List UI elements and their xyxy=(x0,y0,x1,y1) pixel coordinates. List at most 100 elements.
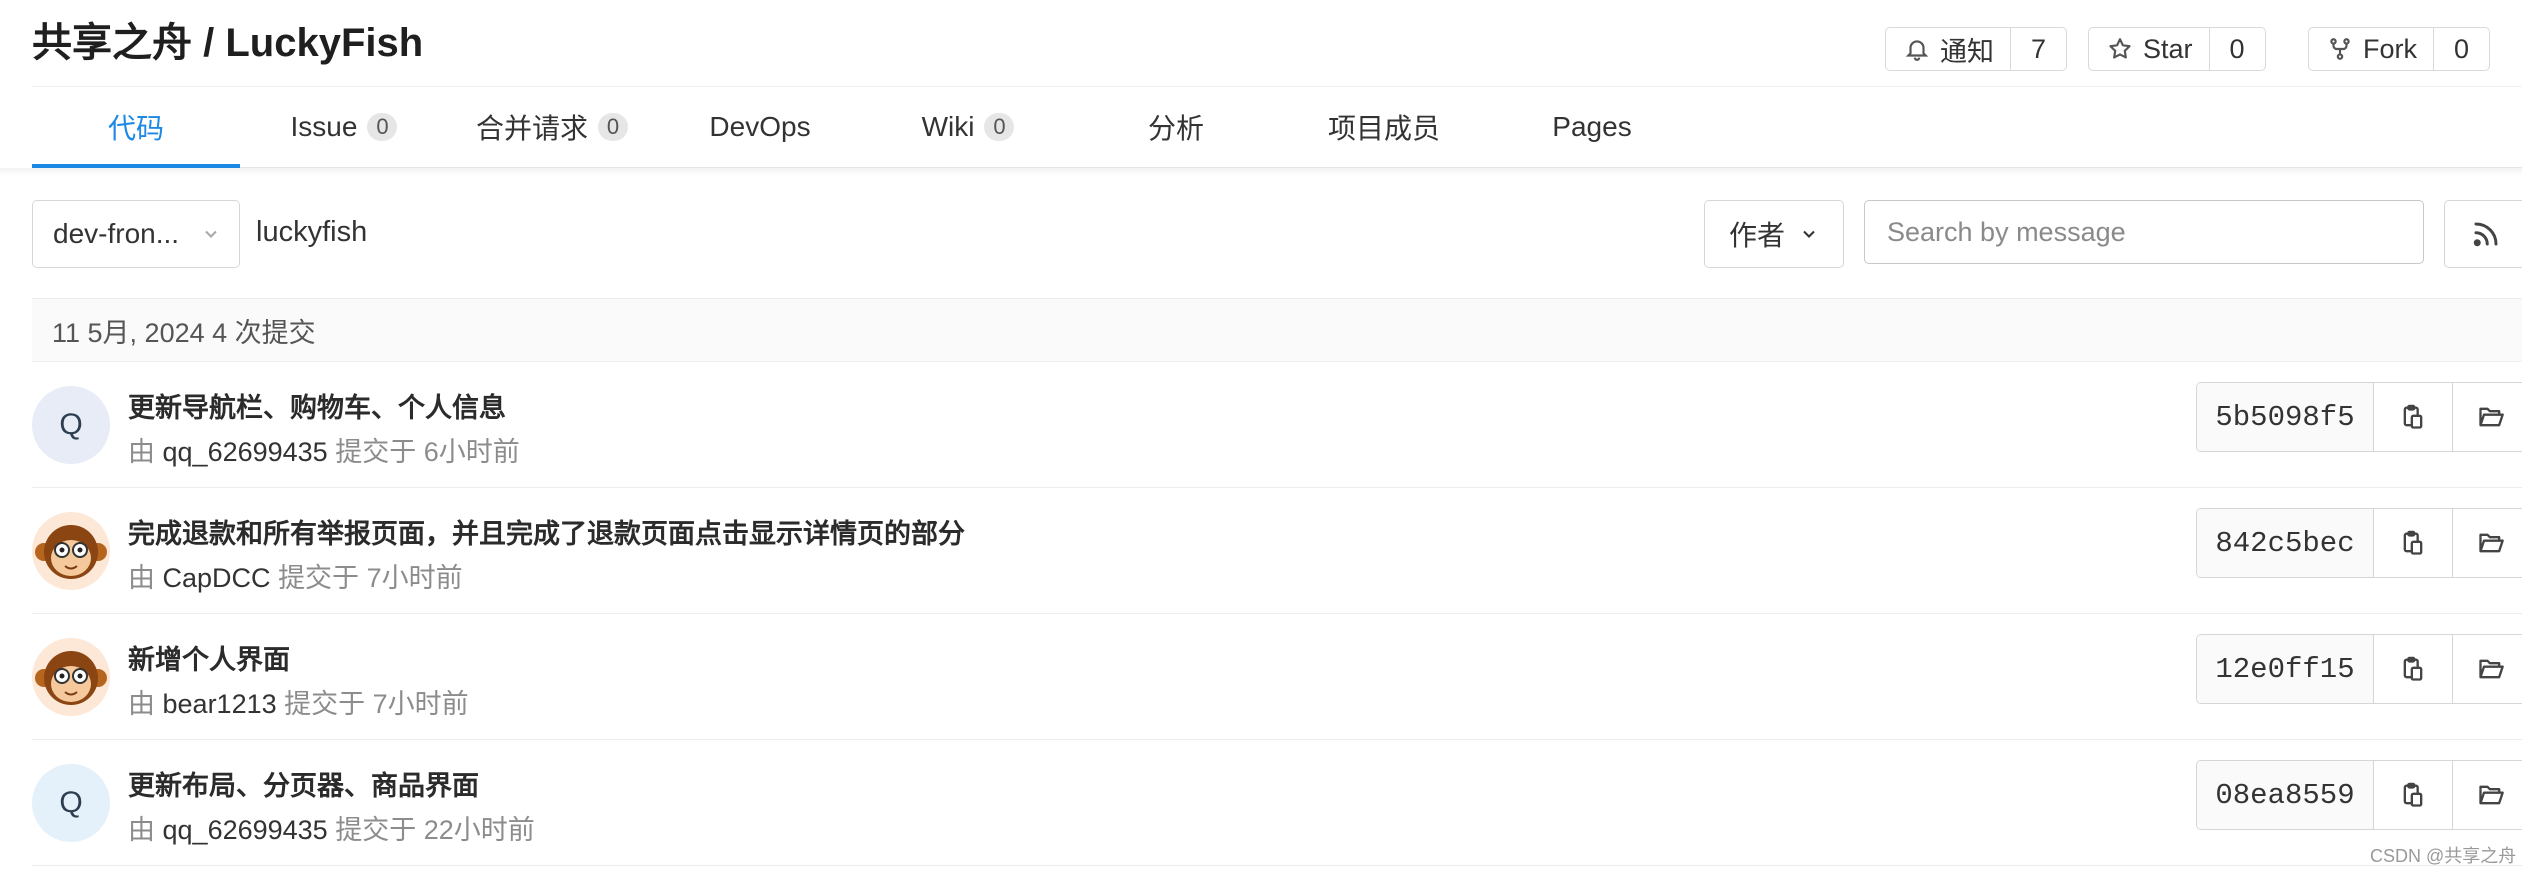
notify-label: 通知 xyxy=(1940,36,1994,67)
meta-action: 提交于 xyxy=(284,689,366,719)
commit-title[interactable]: 更新布局、分页器、商品界面 xyxy=(128,764,479,803)
meta-by: 由 xyxy=(128,689,155,719)
chevron-down-icon xyxy=(1803,230,1815,238)
commit-meta: 由 qq_62699435 提交于 22小时前 xyxy=(128,808,535,847)
fork-button-group[interactable]: Fork 0 xyxy=(2308,27,2491,71)
commit-sha[interactable]: 5b5098f5 xyxy=(2197,383,2374,451)
fork-count[interactable]: 0 xyxy=(2434,28,2489,70)
file-path[interactable]: luckyfish xyxy=(256,216,367,249)
tab-merge-requests[interactable]: 合并请求 0 xyxy=(448,87,656,167)
browse-files-button[interactable] xyxy=(2453,635,2522,703)
commit-time: 6小时前 xyxy=(423,437,520,467)
commit-sha-group: 12e0ff15 xyxy=(2196,634,2522,704)
tab-analytics[interactable]: 分析 xyxy=(1072,87,1280,167)
commit-title[interactable]: 更新导航栏、购物车、个人信息 xyxy=(128,386,506,425)
browse-files-button[interactable] xyxy=(2453,761,2522,829)
commit-sha-group: 5b5098f5 xyxy=(2196,382,2522,452)
commit-time: 7小时前 xyxy=(372,689,469,719)
commit-meta: 由 CapDCC 提交于 7小时前 xyxy=(128,556,463,595)
fork-button[interactable]: Fork xyxy=(2309,28,2434,70)
folder-open-icon xyxy=(2479,659,2504,679)
commit-row[interactable]: Q 更新导航栏、购物车、个人信息 由 qq_62699435 提交于 6小时前 … xyxy=(32,362,2522,488)
commit-author-link[interactable]: qq_62699435 xyxy=(163,815,328,845)
search-commits-input[interactable] xyxy=(1864,200,2424,264)
commit-author-link[interactable]: bear1213 xyxy=(163,689,277,719)
notify-button-group[interactable]: 通知 7 xyxy=(1885,27,2068,71)
copy-sha-button[interactable] xyxy=(2374,635,2453,703)
commit-row[interactable]: Q 更新布局、分页器、商品界面 由 qq_62699435 提交于 22小时前 … xyxy=(32,740,2522,866)
copy-sha-button[interactable] xyxy=(2374,509,2453,577)
monkey-avatar[interactable] xyxy=(32,512,110,590)
star-label: Star xyxy=(2143,33,2193,64)
fork-label: Fork xyxy=(2363,33,2417,64)
branch-select[interactable]: dev-fron... xyxy=(32,200,240,268)
meta-by: 由 xyxy=(128,563,155,593)
commit-sha[interactable]: 08ea8559 xyxy=(2197,761,2374,829)
commit-author-link[interactable]: CapDCC xyxy=(163,563,271,593)
tab-label: 合并请求 xyxy=(475,113,588,144)
commit-title[interactable]: 新增个人界面 xyxy=(128,638,290,677)
tab-label: 分析 xyxy=(1147,113,1204,144)
commit-time: 7小时前 xyxy=(366,563,463,593)
watermark: CSDN @共享之舟 xyxy=(2370,846,2517,866)
meta-action: 提交于 xyxy=(278,563,360,593)
tab-count-badge: 0 xyxy=(367,113,398,141)
avatar[interactable]: Q xyxy=(32,764,110,842)
commit-title[interactable]: 完成退款和所有举报页面，并且完成了退款页面点击显示详情页的部分 xyxy=(128,512,965,551)
copy-sha-button[interactable] xyxy=(2374,761,2453,829)
commit-time: 22小时前 xyxy=(423,815,535,845)
rss-feed-button[interactable] xyxy=(2444,200,2522,268)
tab-code[interactable]: 代码 xyxy=(32,87,240,168)
tab-count-badge: 0 xyxy=(984,113,1015,141)
tab-devops[interactable]: DevOps xyxy=(656,87,864,167)
tab-label: Wiki xyxy=(921,111,975,142)
rss-icon xyxy=(2473,222,2498,247)
bell-icon xyxy=(1905,40,1929,61)
chevron-down-icon xyxy=(205,230,217,238)
tab-issue[interactable]: Issue 0 xyxy=(240,87,448,167)
clipboard-icon xyxy=(2403,404,2423,429)
star-icon xyxy=(2109,38,2131,59)
branch-name: dev-fron... xyxy=(53,218,180,249)
commit-date-group-header: 11 5月, 2024 4 次提交 xyxy=(32,298,2522,362)
star-count[interactable]: 0 xyxy=(2210,28,2265,70)
tab-label: 项目成员 xyxy=(1327,113,1440,144)
meta-by: 由 xyxy=(128,437,155,467)
tab-wiki[interactable]: Wiki 0 xyxy=(864,87,1072,167)
meta-action: 提交于 xyxy=(335,815,417,845)
star-button-group[interactable]: Star 0 xyxy=(2088,27,2266,71)
commit-row[interactable]: 新增个人界面 由 bear1213 提交于 7小时前 12e0ff15 xyxy=(32,614,2522,740)
tab-members[interactable]: 项目成员 xyxy=(1280,87,1488,167)
clipboard-icon xyxy=(2403,656,2423,681)
author-filter-dropdown[interactable]: 作者 xyxy=(1704,200,1844,268)
browse-files-button[interactable] xyxy=(2453,509,2522,577)
commit-sha-group: 08ea8559 xyxy=(2196,760,2522,830)
clipboard-icon xyxy=(2403,530,2423,555)
commit-sha[interactable]: 842c5bec xyxy=(2197,509,2374,577)
meta-by: 由 xyxy=(128,815,155,845)
commit-meta: 由 bear1213 提交于 7小时前 xyxy=(128,682,469,721)
clipboard-icon xyxy=(2403,782,2423,807)
tab-label: DevOps xyxy=(709,111,811,142)
tabs-shadow xyxy=(0,168,2522,176)
project-nav-tabs: 代码 Issue 0 合并请求 0 DevOps Wiki 0 分析 项目成员 … xyxy=(32,86,2522,168)
browse-files-button[interactable] xyxy=(2453,383,2522,451)
commit-sha[interactable]: 12e0ff15 xyxy=(2197,635,2374,703)
folder-open-icon xyxy=(2479,407,2504,427)
fork-icon xyxy=(2330,38,2350,60)
tab-pages[interactable]: Pages xyxy=(1488,87,1696,167)
author-filter-label: 作者 xyxy=(1728,220,1785,251)
folder-open-icon xyxy=(2479,533,2504,553)
project-title[interactable]: 共享之舟 / LuckyFish xyxy=(32,10,423,68)
commit-row[interactable]: 完成退款和所有举报页面，并且完成了退款页面点击显示详情页的部分 由 CapDCC… xyxy=(32,488,2522,614)
commit-sha-group: 842c5bec xyxy=(2196,508,2522,578)
notify-count[interactable]: 7 xyxy=(2011,28,2066,70)
star-button[interactable]: Star xyxy=(2089,28,2210,70)
commit-author-link[interactable]: qq_62699435 xyxy=(163,437,328,467)
tab-label: 代码 xyxy=(107,113,164,144)
monkey-avatar[interactable] xyxy=(32,638,110,716)
notify-button[interactable]: 通知 xyxy=(1886,28,2011,70)
avatar[interactable]: Q xyxy=(32,386,110,464)
copy-sha-button[interactable] xyxy=(2374,383,2453,451)
tab-label: Issue xyxy=(290,111,358,142)
